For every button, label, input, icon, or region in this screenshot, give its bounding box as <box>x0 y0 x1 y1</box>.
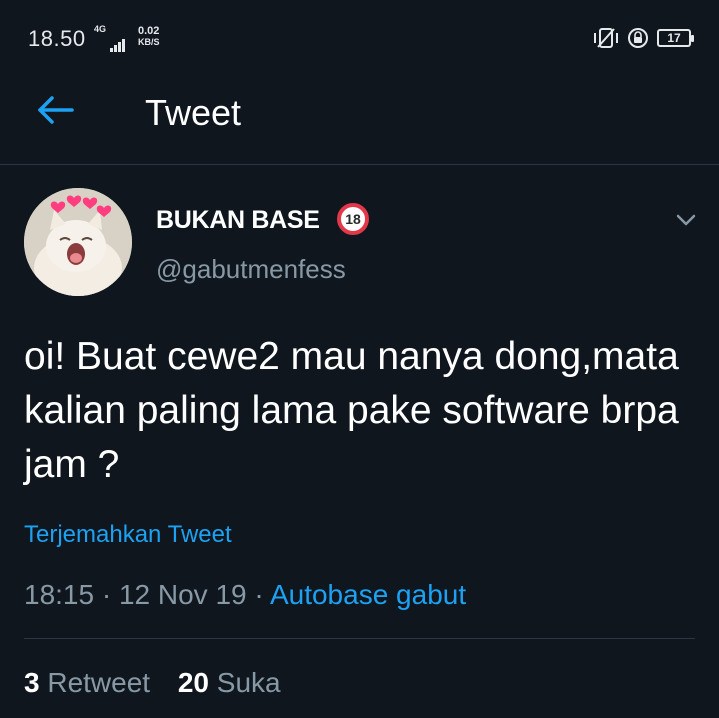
user-handle[interactable]: @gabutmenfess <box>156 254 346 285</box>
alarm-icon <box>628 28 648 48</box>
display-name[interactable]: BUKAN BASE <box>156 206 320 235</box>
retweet-count: 3 <box>24 667 40 698</box>
status-time: 18.50 <box>28 26 86 51</box>
tweet-meta: 18:15 · 12 Nov 19 · Autobase gabut <box>24 579 466 611</box>
header-divider <box>0 164 719 165</box>
like-stat[interactable]: 20 Suka <box>178 667 281 698</box>
like-count: 20 <box>177 667 210 698</box>
chevron-down-icon <box>676 214 696 226</box>
cat-avatar-image <box>24 188 132 296</box>
like-label: Suka <box>216 667 281 698</box>
vibrate-icon <box>594 28 618 48</box>
tweet-text: oi! Buat cewe2 mau nanya dong,mata kalia… <box>24 335 679 486</box>
status-bar: 18.50 4G 0.02 KB/S 17 <box>0 0 719 72</box>
retweet-stat[interactable]: 3 Retweet <box>24 667 158 698</box>
stats-divider <box>24 638 695 639</box>
back-button[interactable] <box>30 90 82 130</box>
app-bar: Tweet <box>0 72 719 164</box>
back-arrow-icon <box>38 96 74 124</box>
battery-icon: 17 <box>657 29 694 47</box>
translate-tweet-link[interactable]: Terjemahkan Tweet <box>24 521 232 549</box>
avatar[interactable] <box>24 188 132 296</box>
tweet-time: 18:15 <box>24 579 95 610</box>
tweet-stats: 3 Retweet 20 Suka <box>24 667 281 699</box>
speed-value: 0.02 <box>138 25 160 37</box>
speed-unit: KB/S <box>138 37 160 47</box>
tweet-date: 12 Nov 19 <box>118 579 247 610</box>
signal-bars <box>110 34 126 52</box>
badge-label: 18 <box>345 211 361 227</box>
meta-separator: · <box>101 579 112 610</box>
page-title: Tweet <box>145 92 242 133</box>
retweet-label: Retweet <box>47 667 151 698</box>
battery-level: 17 <box>667 31 681 45</box>
signal-bars-icon: 4G <box>94 24 134 52</box>
network-speed: 0.02 KB/S <box>138 25 174 47</box>
meta-separator: · <box>254 579 264 610</box>
status-icons: 17 <box>593 24 694 52</box>
network-type: 4G <box>94 24 107 34</box>
age-restriction-badge: 18 <box>337 203 369 235</box>
tweet-menu-button[interactable] <box>672 206 700 234</box>
tweet-source-link[interactable]: Autobase gabut <box>270 579 466 610</box>
